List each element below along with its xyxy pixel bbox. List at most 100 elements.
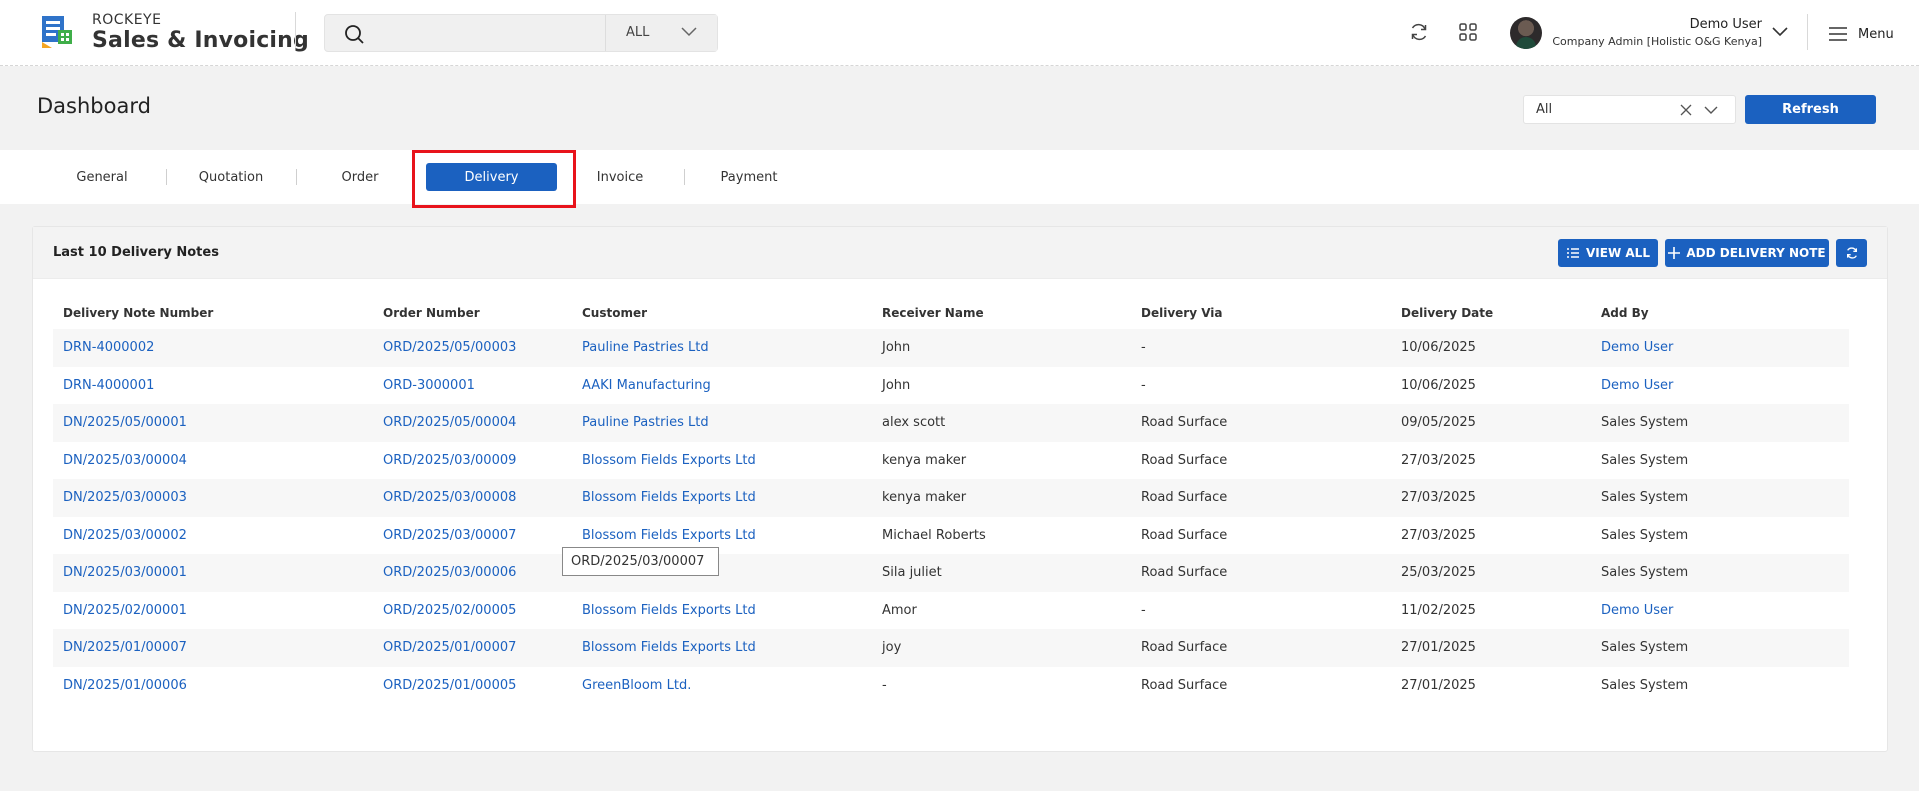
table-row[interactable]: DN/2025/03/00003 ORD/2025/03/00008 Blossom… bbox=[53, 479, 1849, 517]
delivery-via: - bbox=[1131, 329, 1391, 367]
card-refresh-button[interactable] bbox=[1836, 239, 1867, 267]
divider bbox=[295, 12, 296, 48]
customer-link[interactable]: AAKI Manufacturing bbox=[572, 367, 872, 405]
column-header[interactable]: Customer bbox=[572, 297, 872, 329]
added-by[interactable]: Demo User bbox=[1591, 329, 1849, 367]
column-header[interactable]: Add By bbox=[1591, 297, 1849, 329]
delivery-note-number-link[interactable]: DN/2025/01/00007 bbox=[53, 629, 373, 667]
search-scope-select[interactable]: ALL bbox=[605, 15, 717, 51]
user-info[interactable]: Demo User Company Admin [Holistic O&G Ke… bbox=[1552, 16, 1762, 50]
delivery-via: Road Surface bbox=[1131, 554, 1391, 592]
delivery-note-number-link[interactable]: DN/2025/03/00004 bbox=[53, 442, 373, 480]
table-row[interactable]: DN/2025/05/00001 ORD/2025/05/00004 Pauline… bbox=[53, 404, 1849, 442]
column-header[interactable]: Receiver Name bbox=[872, 297, 1131, 329]
tab-invoice[interactable]: Invoice bbox=[556, 163, 684, 191]
add-delivery-note-button[interactable]: ADD DELIVERY NOTE bbox=[1665, 239, 1829, 267]
order-number-link[interactable]: ORD-3000001 bbox=[373, 367, 572, 405]
refresh-button[interactable]: Refresh bbox=[1745, 95, 1876, 124]
tab-delivery[interactable]: Delivery bbox=[426, 163, 557, 191]
add-delivery-note-label: ADD DELIVERY NOTE bbox=[1686, 246, 1826, 260]
delivery-notes-table: Delivery Note Number Order Number Custom… bbox=[53, 297, 1849, 704]
brand-company: ROCKEYE bbox=[92, 12, 162, 28]
delivery-date: 10/06/2025 bbox=[1401, 377, 1476, 393]
table-row[interactable]: DN/2025/03/00001ORD/2025/03/00006SILDASi… bbox=[53, 554, 1849, 592]
view-all-button[interactable]: VIEW ALL bbox=[1558, 239, 1658, 267]
apps-grid-icon[interactable] bbox=[1456, 20, 1480, 44]
delivery-note-number-link[interactable]: DN/2025/01/00006 bbox=[53, 667, 373, 705]
table-row[interactable]: DN/2025/03/00004 ORD/2025/03/00009 Blossom… bbox=[53, 442, 1849, 480]
order-number-link[interactable]: ORD/2025/01/00005 bbox=[373, 667, 572, 705]
search-scope-value: ALL bbox=[626, 25, 650, 40]
receiver-name: John bbox=[872, 329, 1131, 367]
delivery-date: 27/03/2025 bbox=[1401, 452, 1476, 468]
tab-order[interactable]: Order bbox=[296, 163, 424, 191]
receiver-name: joy bbox=[872, 629, 1131, 667]
delivery-note-number-link[interactable]: DRN-4000002 bbox=[53, 329, 373, 367]
chevron-down-icon[interactable] bbox=[1772, 26, 1788, 38]
added-by[interactable]: Demo User bbox=[1591, 592, 1849, 630]
dashboard-tabs: General Quotation Order Delivery Invoice… bbox=[0, 150, 1919, 204]
delivery-note-number-link[interactable]: DN/2025/02/00001 bbox=[53, 592, 373, 630]
added-by[interactable]: Demo User bbox=[1591, 367, 1849, 405]
delivery-via: Road Surface bbox=[1131, 479, 1391, 517]
receiver-name: Amor bbox=[882, 602, 917, 618]
sync-icon bbox=[1846, 247, 1857, 259]
table-row[interactable]: DN/2025/02/00001 ORD/2025/02/00005 Blossom… bbox=[53, 592, 1849, 630]
divider bbox=[1807, 14, 1808, 50]
table-row[interactable]: DN/2025/03/00002 ORD/2025/03/00007 Blossom… bbox=[53, 517, 1849, 555]
order-number-link[interactable]: ORD/2025/03/00007 bbox=[373, 517, 572, 555]
delivery-note-number-link[interactable]: DN/2025/03/00003 bbox=[53, 479, 373, 517]
added-by: Sales System bbox=[1601, 452, 1689, 468]
column-header[interactable]: Delivery Date bbox=[1391, 297, 1591, 329]
receiver-name: Sila juliet bbox=[872, 554, 1131, 592]
chevron-down-icon bbox=[1704, 106, 1718, 114]
brand-product: Sales & Invoicing bbox=[92, 28, 309, 53]
avatar[interactable] bbox=[1510, 17, 1542, 49]
customer-link[interactable]: Blossom Fields Exports Ltd bbox=[572, 479, 872, 517]
customer-link[interactable]: Blossom Fields Exports Ltd bbox=[572, 442, 872, 480]
table-row[interactable]: DRN-4000002 ORD/2025/05/00003 Pauline Past… bbox=[53, 329, 1849, 367]
hamburger-icon bbox=[1829, 27, 1847, 41]
delivery-note-number-link[interactable]: DN/2025/05/00001 bbox=[53, 404, 373, 442]
column-header[interactable]: Delivery Via bbox=[1131, 297, 1391, 329]
tab-quotation[interactable]: Quotation bbox=[166, 163, 296, 191]
table-row[interactable]: DN/2025/01/00007 ORD/2025/01/00007 Blossom… bbox=[53, 629, 1849, 667]
customer-link[interactable]: GreenBloom Ltd. bbox=[572, 667, 872, 705]
order-number-link[interactable]: ORD/2025/03/00006 bbox=[373, 554, 572, 592]
brand[interactable]: ROCKEYE Sales & Invoicing bbox=[92, 12, 309, 54]
search-input[interactable] bbox=[375, 20, 625, 48]
menu-label: Menu bbox=[1858, 26, 1894, 42]
column-header[interactable]: Delivery Note Number bbox=[53, 297, 373, 329]
tab-payment[interactable]: Payment bbox=[684, 163, 814, 191]
order-number-tooltip: ORD/2025/03/00007 bbox=[562, 547, 719, 576]
table-row[interactable]: DRN-4000001 ORD-3000001 AAKI Manufacturing… bbox=[53, 367, 1849, 405]
customer-link[interactable]: Pauline Pastries Ltd bbox=[572, 404, 872, 442]
customer-link[interactable]: Blossom Fields Exports Ltd bbox=[572, 629, 872, 667]
filter-value: All bbox=[1536, 102, 1553, 117]
column-header[interactable]: Order Number bbox=[373, 297, 572, 329]
customer-link[interactable]: Blossom Fields Exports Ltd bbox=[572, 592, 872, 630]
customer-link[interactable]: Pauline Pastries Ltd bbox=[572, 329, 872, 367]
table-row[interactable]: DN/2025/01/00006 ORD/2025/01/00005 GreenBl… bbox=[53, 667, 1849, 705]
user-role: Company Admin [Holistic O&G Kenya] bbox=[1552, 35, 1762, 48]
order-number-link[interactable]: ORD/2025/05/00004 bbox=[373, 404, 572, 442]
order-number-link[interactable]: ORD/2025/03/00008 bbox=[373, 479, 572, 517]
order-number-link[interactable]: ORD/2025/01/00007 bbox=[373, 629, 572, 667]
delivery-date: 09/05/2025 bbox=[1391, 404, 1591, 442]
added-by: Sales System bbox=[1591, 554, 1849, 592]
search-icon[interactable] bbox=[343, 23, 365, 45]
list-icon bbox=[1567, 248, 1580, 258]
delivery-note-number-link[interactable]: DN/2025/03/00002 bbox=[53, 517, 373, 555]
close-icon[interactable] bbox=[1680, 104, 1692, 116]
delivery-via: Road Surface bbox=[1141, 677, 1228, 693]
order-number-link[interactable]: ORD/2025/03/00009 bbox=[373, 442, 572, 480]
order-number-link[interactable]: ORD/2025/02/00005 bbox=[373, 592, 572, 630]
menu-button[interactable]: Menu bbox=[1828, 24, 1894, 44]
order-number-link[interactable]: ORD/2025/05/00003 bbox=[373, 329, 572, 367]
tab-general[interactable]: General bbox=[38, 163, 166, 191]
sync-icon[interactable] bbox=[1407, 20, 1431, 44]
receiver-name: - bbox=[882, 677, 887, 693]
delivery-note-number-link[interactable]: DN/2025/03/00001 bbox=[53, 554, 373, 592]
delivery-note-number-link[interactable]: DRN-4000001 bbox=[53, 367, 373, 405]
dashboard-filter-select[interactable]: All bbox=[1523, 95, 1736, 124]
